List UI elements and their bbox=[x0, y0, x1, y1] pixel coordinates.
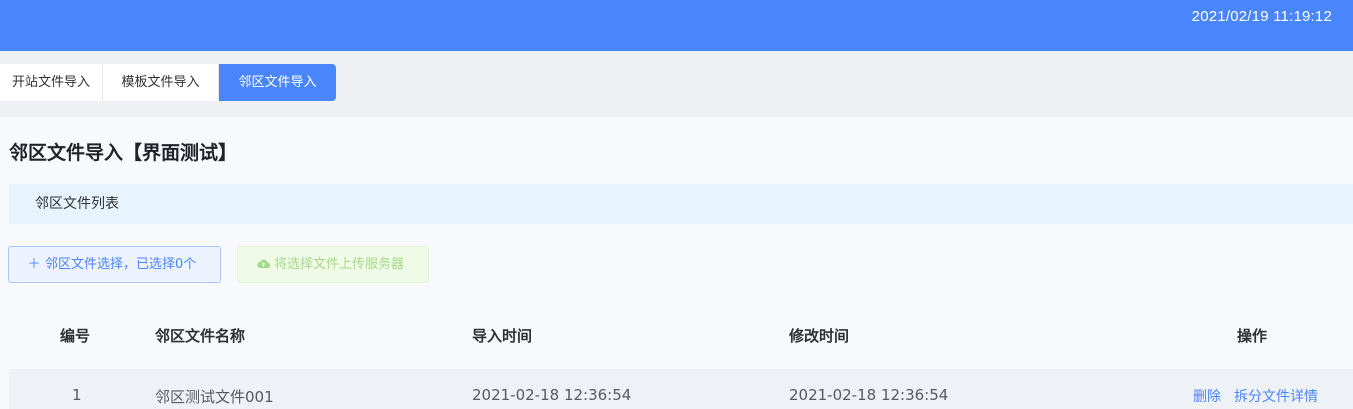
datetime-display: 2021/02/19 11:19:12 bbox=[1191, 8, 1332, 25]
section-info-bar: 邻区文件列表 bbox=[9, 184, 1353, 224]
cell-id: 1 bbox=[72, 386, 82, 404]
cloud-upload-icon bbox=[256, 247, 270, 282]
col-header-import-time: 导入时间 bbox=[472, 327, 533, 345]
tab-neighbor-file-import[interactable]: 邻区文件导入 bbox=[219, 64, 336, 101]
col-header-modify-time: 修改时间 bbox=[789, 327, 850, 345]
top-header-bar: 2021/02/19 11:19:12 bbox=[0, 0, 1353, 51]
table-row: 1 邻区测试文件001 2021-02-18 12:36:54 2021-02-… bbox=[9, 369, 1353, 409]
table-header: 编号 邻区文件名称 导入时间 修改时间 操作 bbox=[9, 310, 1353, 362]
select-neighbor-file-button[interactable]: ＋ 邻区文件选择，已选择0个 bbox=[8, 246, 221, 283]
col-header-file-name: 邻区文件名称 bbox=[155, 327, 246, 345]
tab-strip: 开站文件导入 模板文件导入 邻区文件导入 bbox=[0, 51, 1353, 117]
section-label: 邻区文件列表 bbox=[35, 196, 119, 212]
cell-modify-time: 2021-02-18 12:36:54 bbox=[789, 386, 949, 404]
page-title: 邻区文件导入【界面测试】 bbox=[9, 142, 238, 164]
select-button-label: 邻区文件选择，已选择0个 bbox=[45, 257, 197, 272]
col-header-id: 编号 bbox=[60, 327, 91, 345]
tab-template-file-import[interactable]: 模板文件导入 bbox=[103, 64, 219, 101]
cell-import-time: 2021-02-18 12:36:54 bbox=[472, 386, 632, 404]
upload-button-label: 将选择文件上传服务器 bbox=[274, 257, 405, 272]
cell-file-name: 邻区测试文件001 bbox=[155, 388, 274, 406]
upload-files-button[interactable]: 将选择文件上传服务器 bbox=[237, 246, 429, 283]
split-file-details-link[interactable]: 拆分文件详情 bbox=[1234, 386, 1318, 406]
tab-site-file-import[interactable]: 开站文件导入 bbox=[0, 64, 103, 101]
delete-link[interactable]: 删除 bbox=[1193, 386, 1221, 406]
col-header-actions: 操作 bbox=[1237, 327, 1268, 345]
plus-icon: ＋ bbox=[27, 257, 41, 272]
